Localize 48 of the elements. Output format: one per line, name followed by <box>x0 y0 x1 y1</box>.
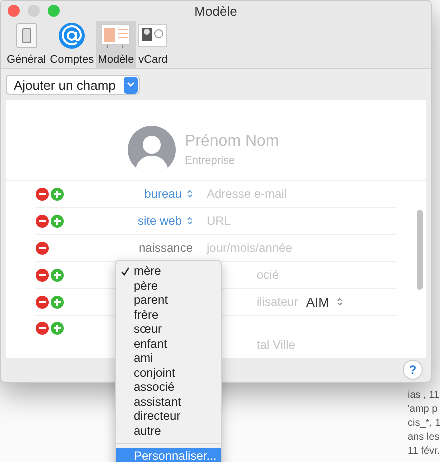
at-sign-icon <box>58 22 86 50</box>
stepper-icon <box>187 216 193 226</box>
remove-icon[interactable] <box>36 214 49 228</box>
menu-item[interactable]: enfant <box>116 336 221 351</box>
remove-icon[interactable] <box>36 242 49 254</box>
field-label: naissance <box>138 241 193 255</box>
toolbar-tab[interactable]: Général <box>5 21 48 68</box>
toolbar-tab[interactable]: Comptes <box>48 21 96 68</box>
add-icon[interactable] <box>51 268 64 282</box>
background-text: ias , 11 <box>408 390 440 401</box>
menu-item[interactable]: directeur <box>116 409 221 424</box>
background-text: 11 févr. <box>408 446 440 457</box>
template-icon <box>101 22 132 50</box>
background-text: 'amp p <box>408 404 439 415</box>
add-field-dropdown[interactable]: Ajouter un champ <box>6 75 140 95</box>
close-button[interactable] <box>8 5 20 17</box>
menu-item[interactable]: parent <box>116 293 221 308</box>
toolbar-tab[interactable]: Modèle <box>96 21 136 68</box>
menu-item[interactable]: assistant <box>116 394 221 409</box>
menu-item[interactable]: frère <box>116 308 221 322</box>
stepper-icon <box>187 189 193 199</box>
toolbar-tab[interactable]: vCard <box>136 21 170 68</box>
remove-icon[interactable] <box>36 188 49 200</box>
avatar-icon <box>128 126 176 174</box>
chevron-icon <box>124 76 138 94</box>
menu-item[interactable]: autre <box>116 424 221 438</box>
remove-icon[interactable] <box>36 268 49 282</box>
window-title: Modèle <box>194 4 238 18</box>
menu-item[interactable]: mère <box>116 264 221 278</box>
menu-item[interactable]: sœur <box>116 322 221 336</box>
add-icon[interactable] <box>51 188 64 200</box>
scrollbar-thumb[interactable] <box>417 210 423 290</box>
background-text: ans les <box>408 432 440 443</box>
remove-icon[interactable] <box>36 322 49 335</box>
remove-icon[interactable] <box>36 296 49 308</box>
add-icon[interactable] <box>51 322 64 335</box>
add-icon[interactable] <box>51 214 64 228</box>
menu-item[interactable]: associé <box>116 380 221 394</box>
help-button[interactable]: ? <box>403 360 423 380</box>
zoom-button[interactable] <box>48 5 60 17</box>
checkmark-icon <box>120 266 130 276</box>
service-label[interactable]: AIM <box>306 294 330 310</box>
add-icon[interactable] <box>51 296 64 308</box>
stepper-icon <box>337 297 344 307</box>
background-text: cis_*, 1 <box>408 418 440 429</box>
menu-item[interactable]: père <box>116 278 221 293</box>
menu-item[interactable]: conjoint <box>116 366 221 380</box>
menu-item[interactable]: ami <box>116 351 221 366</box>
